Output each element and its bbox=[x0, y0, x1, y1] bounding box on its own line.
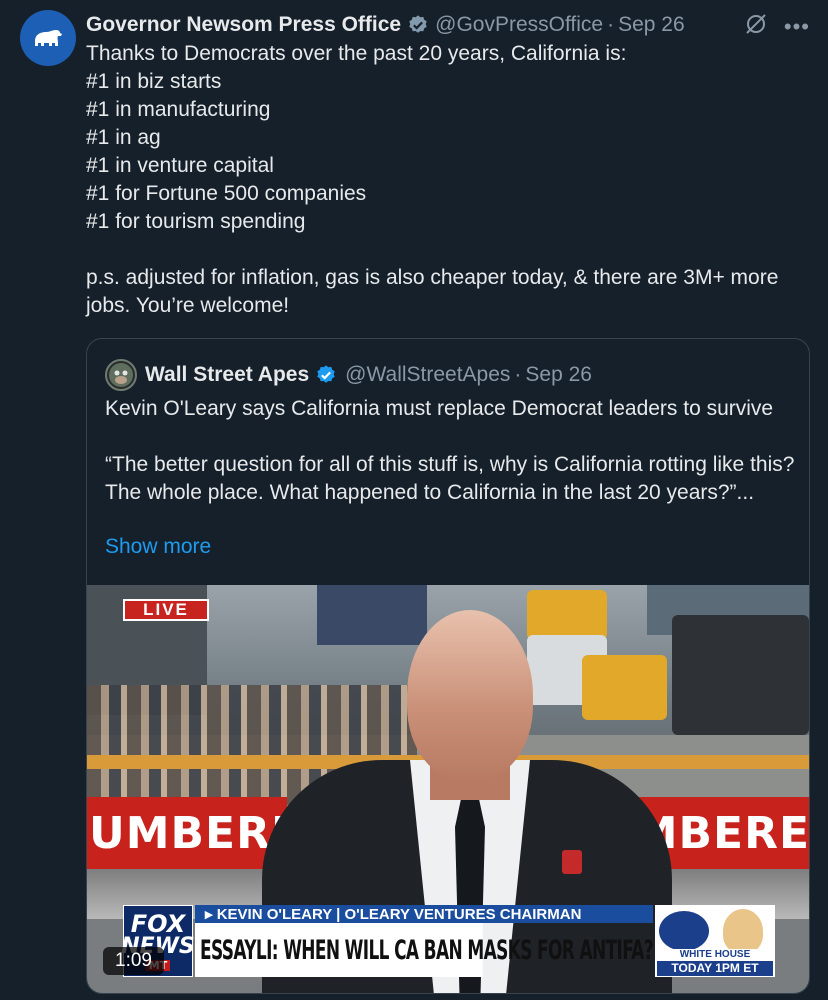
head bbox=[407, 610, 533, 780]
author-avatar[interactable] bbox=[20, 10, 76, 66]
anchor-thumbnail bbox=[723, 909, 763, 953]
quoted-text: Kevin O'Leary says California must repla… bbox=[105, 395, 795, 507]
chyron-name: ▸ KEVIN O'LEARY | O'LEARY VENTURES CHAIR… bbox=[195, 905, 653, 923]
tweet-header: Governor Newsom Press Office @GovPressOf… bbox=[86, 10, 685, 40]
video-player[interactable]: UMBERED UMBERED LIVE FOX NEWS MT ▸ KEVIN… bbox=[87, 585, 809, 993]
quoted-header: Wall Street Apes @WallStreetApes · Sep 2… bbox=[105, 359, 592, 391]
white-house-promo: WHITE HOUSE BRIEFING TODAY 1PM ET bbox=[655, 905, 775, 977]
promo-label: WHITE HOUSE BRIEFING bbox=[657, 949, 773, 971]
white-house-seal-icon bbox=[659, 911, 709, 951]
quoted-tweet[interactable]: Wall Street Apes @WallStreetApes · Sep 2… bbox=[86, 338, 810, 994]
ape-face-icon bbox=[109, 363, 133, 387]
tweet-line: #1 in ag bbox=[86, 126, 161, 149]
live-badge: LIVE bbox=[123, 599, 209, 621]
verified-gray-badge-icon bbox=[407, 14, 429, 36]
more-options-icon[interactable]: ••• bbox=[784, 15, 810, 38]
tweet-line: #1 in manufacturing bbox=[86, 98, 271, 121]
quoted-author-name[interactable]: Wall Street Apes bbox=[145, 363, 309, 387]
pocket-square bbox=[562, 850, 582, 874]
quoted-author-handle[interactable]: @WallStreetApes bbox=[345, 363, 510, 387]
quoted-line: Kevin O'Leary says California must repla… bbox=[105, 397, 774, 420]
quoted-spacer bbox=[105, 423, 795, 451]
video-duration[interactable]: 1:09 bbox=[103, 947, 164, 975]
verified-blue-badge-icon bbox=[315, 364, 337, 386]
tweet-actions-top: ••• bbox=[744, 12, 810, 41]
tweet-line: #1 in biz starts bbox=[86, 70, 222, 93]
black-suv bbox=[672, 615, 809, 735]
tweet-line: p.s. adjusted for inflation, gas is also… bbox=[86, 266, 779, 317]
quoted-avatar[interactable] bbox=[105, 359, 137, 391]
california-bear-icon bbox=[35, 30, 62, 46]
quoted-line: “The better question for all of this stu… bbox=[105, 453, 795, 504]
separator-dot: · bbox=[607, 13, 615, 36]
fox-logo-text: FOX bbox=[130, 909, 186, 938]
tweet-line: #1 in venture capital bbox=[86, 154, 274, 177]
show-more-link[interactable]: Show more bbox=[105, 535, 211, 559]
quoted-date[interactable]: Sep 26 bbox=[525, 363, 592, 387]
tweet-line: #1 for tourism spending bbox=[86, 210, 306, 233]
author-name[interactable]: Governor Newsom Press Office bbox=[86, 13, 401, 37]
news-lower-third: FOX NEWS MT ▸ KEVIN O'LEARY | O'LEARY VE… bbox=[121, 905, 775, 977]
author-handle[interactable]: @GovPressOffice bbox=[435, 13, 603, 37]
tweet-line: Thanks to Democrats over the past 20 yea… bbox=[86, 42, 627, 65]
grok-icon[interactable] bbox=[744, 12, 768, 41]
tweet-text: Thanks to Democrats over the past 20 yea… bbox=[86, 40, 806, 320]
tweet-line: #1 for Fortune 500 companies bbox=[86, 182, 367, 205]
chyron-headline: ESSAYLI: WHEN WILL CA BAN MASKS FOR ANTI… bbox=[195, 923, 654, 977]
red-banner-left: UMBERED bbox=[87, 797, 339, 869]
tweet-line bbox=[86, 236, 806, 264]
separator-dot: · bbox=[514, 363, 522, 386]
tweet-date[interactable]: Sep 26 bbox=[618, 13, 685, 37]
promo-time: TODAY 1PM ET bbox=[657, 961, 773, 976]
